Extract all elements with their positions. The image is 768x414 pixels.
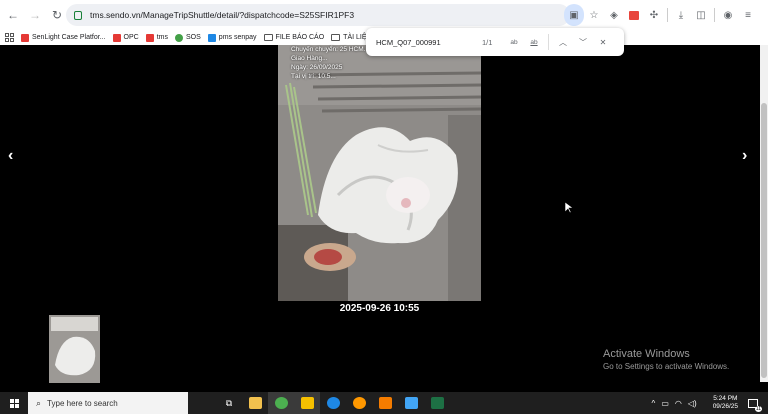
find-input[interactable]: HCM_Q07_000991	[376, 38, 476, 47]
chevron-down-icon[interactable]: ﹀	[573, 37, 593, 48]
whole-word-toggle[interactable]: ab	[524, 39, 544, 46]
folder-icon	[331, 34, 341, 41]
system-tray: ^ ▭ ◠ ◁) 5:24 PM 09/26/25 11	[652, 392, 768, 414]
site-info-icon[interactable]	[74, 10, 82, 20]
app-blue-icon[interactable]	[398, 392, 424, 414]
mouse-cursor-icon	[565, 202, 573, 214]
extensions-icon[interactable]: ✣	[644, 4, 664, 26]
taskbar-clock[interactable]: 5:24 PM 09/26/25	[713, 395, 738, 411]
clock-date: 09/26/25	[712, 403, 738, 410]
shield-icon[interactable]: ◈	[604, 4, 624, 26]
bookmark-label: FILE BÁO CÁO	[275, 34, 325, 41]
wifi-icon[interactable]: ◠	[675, 399, 682, 408]
windows-taskbar: ⌕ Type here to search ⧉ ^ ▭ ◠ ◁) 5:24 PM…	[0, 392, 768, 414]
url-text[interactable]: tms.sendo.vn/ManageTripShuttle/detail/?d…	[90, 10, 354, 20]
task-view-icon[interactable]: ⧉	[216, 392, 242, 414]
delivery-photo-graphic	[278, 45, 481, 301]
menu-icon[interactable]: ≡	[738, 4, 758, 26]
watermark-line: Chuyến chuyển: 25 HCM...	[291, 46, 370, 53]
bookmark-opc[interactable]: OPC	[112, 33, 139, 42]
app-orange-icon[interactable]	[346, 392, 372, 414]
pms-icon	[207, 33, 216, 42]
scrollbar-thumb[interactable]	[761, 103, 767, 378]
side-panel-icon[interactable]: ◫	[691, 4, 711, 26]
bookmark-senlight[interactable]: SenLight Case Platfor...	[21, 33, 106, 42]
delivery-photo	[278, 45, 481, 301]
find-count: 1/1	[482, 37, 493, 47]
browser-window: ← → ↻ tms.sendo.vn/ManageTripShuttle/det…	[0, 0, 768, 392]
forward-icon[interactable]: →	[24, 4, 46, 26]
bookmark-tms[interactable]: tms	[145, 33, 168, 42]
opc-icon	[112, 33, 121, 42]
taskbar-apps: ⧉	[216, 392, 450, 414]
bookmark-label: OPC	[123, 34, 139, 41]
profile-icon[interactable]: ◉	[718, 4, 738, 26]
page-scrollbar[interactable]	[760, 45, 768, 382]
activate-subtitle: Go to Settings to activate Windows.	[603, 362, 730, 371]
photo-watermark: Chuyến chuyển: 25 HCM... Giao Hàng... Ng…	[291, 45, 369, 81]
notification-count: 11	[754, 405, 762, 412]
outlook-icon[interactable]	[320, 392, 346, 414]
browser-toolbar: ← → ↻ tms.sendo.vn/ManageTripShuttle/det…	[0, 0, 768, 30]
photo-timestamp: 2025-09-26 10:55	[339, 303, 420, 314]
watermark-line: Tại vị trí: 10:5...	[291, 73, 336, 80]
notification-icon[interactable]: 11	[748, 398, 762, 412]
taskbar-search[interactable]: ⌕ Type here to search	[28, 392, 188, 414]
activate-windows-watermark: Activate Windows Go to Settings to activ…	[603, 348, 729, 371]
match-case-toggle[interactable]: ab	[504, 39, 524, 46]
volume-icon[interactable]: ◁)	[688, 399, 697, 408]
chevron-up-icon[interactable]: ^	[652, 399, 656, 408]
folder-icon	[263, 34, 273, 41]
find-divider	[548, 34, 549, 50]
toolbar-divider	[667, 8, 668, 22]
close-icon[interactable]: ✕	[593, 38, 613, 47]
next-arrow-icon[interactable]: ›	[742, 147, 747, 165]
watermark-line: Ngày: 26/09/2025	[291, 64, 343, 71]
chevron-up-icon[interactable]: ︿	[553, 37, 573, 48]
toolbar-divider	[714, 8, 715, 22]
battery-icon[interactable]: ▭	[661, 399, 669, 408]
reload-icon[interactable]: ↻	[46, 4, 68, 26]
thumbnail-graphic	[49, 315, 100, 383]
bookmark-star-icon[interactable]: ☆	[584, 4, 604, 26]
find-in-page-icon[interactable]: ▣	[564, 4, 584, 26]
apps-grid-icon[interactable]	[5, 33, 14, 42]
excel-icon[interactable]	[424, 392, 450, 414]
search-icon: ⌕	[36, 397, 42, 408]
watermark-line: Giao Hàng...	[291, 55, 328, 62]
sos-icon	[175, 33, 183, 42]
bookmark-label: SenLight Case Platfor...	[32, 34, 106, 41]
chrome-icon[interactable]	[268, 392, 294, 414]
address-bar[interactable]: tms.sendo.vn/ManageTripShuttle/detail/?d…	[66, 4, 570, 26]
tms-icon	[145, 33, 154, 42]
photo-thumbnail[interactable]	[49, 315, 100, 383]
bookmark-sos[interactable]: SOS	[175, 33, 201, 42]
image-viewer: ‹ › Chuyến chuyển: 25 HCM... Giao Hàng..…	[0, 45, 768, 383]
bookmark-file-bao-cao[interactable]: FILE BÁO CÁO	[263, 34, 325, 41]
search-placeholder: Type here to search	[47, 398, 118, 408]
back-icon[interactable]: ←	[2, 4, 24, 26]
senlight-icon	[21, 33, 29, 42]
bookmark-label: pms senpay	[218, 34, 257, 41]
download-icon[interactable]: ⤓	[671, 4, 691, 26]
file-explorer-icon[interactable]	[242, 392, 268, 414]
bookmark-label: tms	[156, 34, 168, 41]
prev-arrow-icon[interactable]: ‹	[8, 147, 13, 165]
find-bar: HCM_Q07_000991 1/1 ab ab ︿ ﹀ ✕	[366, 28, 624, 56]
toolbar-icons: ▣ ☆ ◈ ✣ ⤓ ◫ ◉ ≡	[564, 4, 758, 26]
clock-time: 5:24 PM	[713, 395, 738, 402]
app-flame-icon[interactable]	[372, 392, 398, 414]
start-button[interactable]	[0, 392, 28, 414]
extension-red-icon[interactable]	[624, 4, 644, 26]
sticky-notes-icon[interactable]	[294, 392, 320, 414]
bookmark-pms-senpay[interactable]: pms senpay	[207, 33, 257, 42]
bookmark-label: SOS	[186, 34, 201, 41]
windows-logo-icon	[9, 398, 19, 408]
activate-title: Activate Windows	[603, 348, 690, 360]
